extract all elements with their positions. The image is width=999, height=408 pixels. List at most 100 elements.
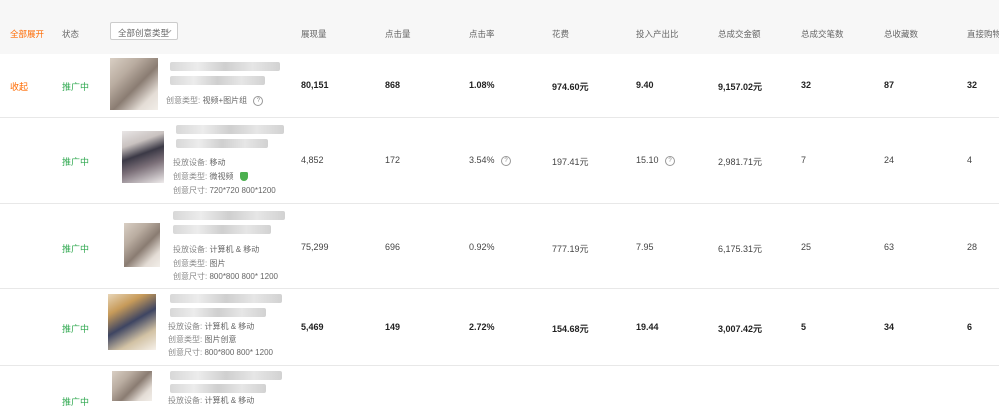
roi-cell: 7.95 xyxy=(636,242,654,252)
roi-cell: 15.10 ? xyxy=(636,155,676,166)
creative-meta-type: 创意类型: 图片 xyxy=(173,258,225,269)
help-icon[interactable]: ? xyxy=(501,155,512,166)
roi-value: 15.10 xyxy=(636,155,659,165)
creative-thumbnail[interactable] xyxy=(112,371,152,401)
meta-label: 创意尺寸: xyxy=(173,186,208,195)
table-row: 推广中 投放设备: 计算机 & 移动 创意类型: 图片 创意尺寸: 800*80… xyxy=(0,203,999,289)
roi-header[interactable]: 投入产出比 xyxy=(636,28,679,40)
meta-label: 投放设备: xyxy=(168,396,203,405)
status-badge: 推广中 xyxy=(62,397,90,407)
creative-thumbnail[interactable] xyxy=(110,58,158,110)
creative-subtitle-blurred xyxy=(176,139,268,148)
table-row: 推广中 投放设备: 移动 创意类型: 微视频 创意尺寸: 720*720 800… xyxy=(0,117,999,204)
creative-thumbnail[interactable] xyxy=(108,294,156,350)
impressions-cell: 5,469 xyxy=(301,322,324,332)
roi-cell: 19.44 xyxy=(636,322,659,332)
help-icon[interactable]: ? xyxy=(253,95,264,106)
table-row: 推广中 投放设备: 计算机 & 移动 创意类型: 图片创意 创意尺寸: 800*… xyxy=(0,288,999,366)
creative-subtitle-blurred xyxy=(170,384,266,393)
clicks-cell: 696 xyxy=(385,242,401,252)
creative-thumbnail[interactable] xyxy=(122,131,164,183)
collapse-link[interactable]: 收起 xyxy=(10,80,28,93)
creative-meta-size: 创意尺寸: 800*800 800* 1200 xyxy=(168,347,273,358)
creative-meta-device: 投放设备: 计算机 & 移动 xyxy=(173,244,259,255)
total-gmv-header[interactable]: 总成交金额 xyxy=(718,28,761,40)
clicks-cell: 149 xyxy=(385,322,401,332)
favorites-cell: 24 xyxy=(884,155,895,165)
ctr-cell: 3.54% ? xyxy=(469,155,512,166)
clicks-cell: 172 xyxy=(385,155,401,165)
ctr-cell: 2.72% xyxy=(469,322,495,332)
meta-label: 创意类型: xyxy=(173,259,208,268)
meta-value: 720*720 800*1200 xyxy=(209,186,276,195)
gmv-cell: 2,981.71元 xyxy=(718,157,763,167)
favorites-cell: 34 xyxy=(884,322,895,332)
meta-label: 投放设备: xyxy=(168,322,203,331)
meta-value: 微视频 xyxy=(209,172,234,181)
help-icon[interactable]: ? xyxy=(665,155,676,166)
impressions-cell: 80,151 xyxy=(301,80,329,90)
creative-meta-device: 投放设备: 移动 xyxy=(173,157,225,168)
orders-cell: 25 xyxy=(801,242,812,252)
meta-value: 800*800 800* 1200 xyxy=(209,272,278,281)
creative-meta-type: 创意类型: 图片创意 xyxy=(168,334,236,345)
ctr-header[interactable]: 点击率 xyxy=(469,28,495,40)
meta-label: 创意尺寸: xyxy=(168,348,203,357)
spend-cell: 197.41元 xyxy=(552,157,589,167)
total-favorites-header[interactable]: 总收藏数 xyxy=(884,28,918,40)
meta-value: 计算机 & 移动 xyxy=(204,396,255,405)
cart-cell: 6 xyxy=(967,322,973,332)
status-badge: 推广中 xyxy=(62,244,90,254)
meta-label: 创意类型: xyxy=(166,96,201,105)
table-row: 推广中 投放设备: 计算机 & 移动 xyxy=(0,365,999,407)
creative-subtitle-blurred xyxy=(173,225,271,234)
cart-cell: 28 xyxy=(967,242,978,252)
creative-meta-type: 创意类型: 视频+图片组 ? xyxy=(166,95,264,106)
creative-title-blurred xyxy=(173,211,285,220)
cart-cell: 32 xyxy=(967,80,978,90)
orders-cell: 5 xyxy=(801,322,807,332)
status-badge: 推广中 xyxy=(62,157,90,167)
creative-meta-device: 投放设备: 计算机 & 移动 xyxy=(168,321,254,332)
creative-meta-size: 创意尺寸: 800*800 800* 1200 xyxy=(173,271,278,282)
creative-thumbnail[interactable] xyxy=(124,223,160,267)
impressions-cell: 4,852 xyxy=(301,155,324,165)
meta-value: 图片 xyxy=(209,259,226,268)
total-orders-header[interactable]: 总成交笔数 xyxy=(801,28,844,40)
expand-all-link[interactable]: 全部展开 xyxy=(10,28,44,40)
status-badge: 推广中 xyxy=(62,324,90,334)
ctr-cell: 1.08% xyxy=(469,80,495,90)
meta-label: 投放设备: xyxy=(173,158,208,167)
spend-cell: 777.19元 xyxy=(552,244,589,254)
chevron-down-icon xyxy=(165,29,172,34)
gmv-cell: 3,007.42元 xyxy=(718,324,763,334)
meta-label: 创意尺寸: xyxy=(173,272,208,281)
creative-subtitle-blurred xyxy=(170,308,266,317)
creative-type-select[interactable]: 全部创意类型 xyxy=(110,22,178,40)
direct-cart-header[interactable]: 直接购物 xyxy=(967,28,999,40)
creative-subtitle-blurred xyxy=(170,76,265,85)
spend-header[interactable]: 花费 xyxy=(552,28,569,40)
table-row: 收起 推广中 创意类型: 视频+图片组 ? 80,151 868 1.08% 9… xyxy=(0,54,999,118)
spend-cell: 974.60元 xyxy=(552,82,589,92)
gmv-cell: 9,157.02元 xyxy=(718,82,763,92)
orders-cell: 7 xyxy=(801,155,807,165)
orders-cell: 32 xyxy=(801,80,812,90)
roi-cell: 9.40 xyxy=(636,80,654,90)
clicks-header[interactable]: 点击量 xyxy=(385,28,411,40)
creative-type-select-value: 全部创意类型 xyxy=(118,28,170,38)
creative-meta-type: 创意类型: 微视频 xyxy=(173,171,248,182)
status-header: 状态 xyxy=(62,29,80,39)
creative-meta-size: 创意尺寸: 720*720 800*1200 xyxy=(173,185,276,196)
impressions-header[interactable]: 展现量 xyxy=(301,28,327,40)
meta-label: 投放设备: xyxy=(173,245,208,254)
creative-title-blurred xyxy=(170,62,280,71)
meta-value: 视频+图片组 xyxy=(202,96,248,105)
creative-title-blurred xyxy=(170,294,282,303)
meta-label: 创意类型: xyxy=(168,335,203,344)
cart-cell: 4 xyxy=(967,155,973,165)
table-header: 全部展开 状态 全部创意类型 展现量 点击量 点击率 花费 投入产出比 总成交金… xyxy=(0,0,999,54)
creative-meta-device: 投放设备: 计算机 & 移动 xyxy=(168,395,254,406)
creative-title-blurred xyxy=(176,125,284,134)
meta-value: 计算机 & 移动 xyxy=(204,322,255,331)
